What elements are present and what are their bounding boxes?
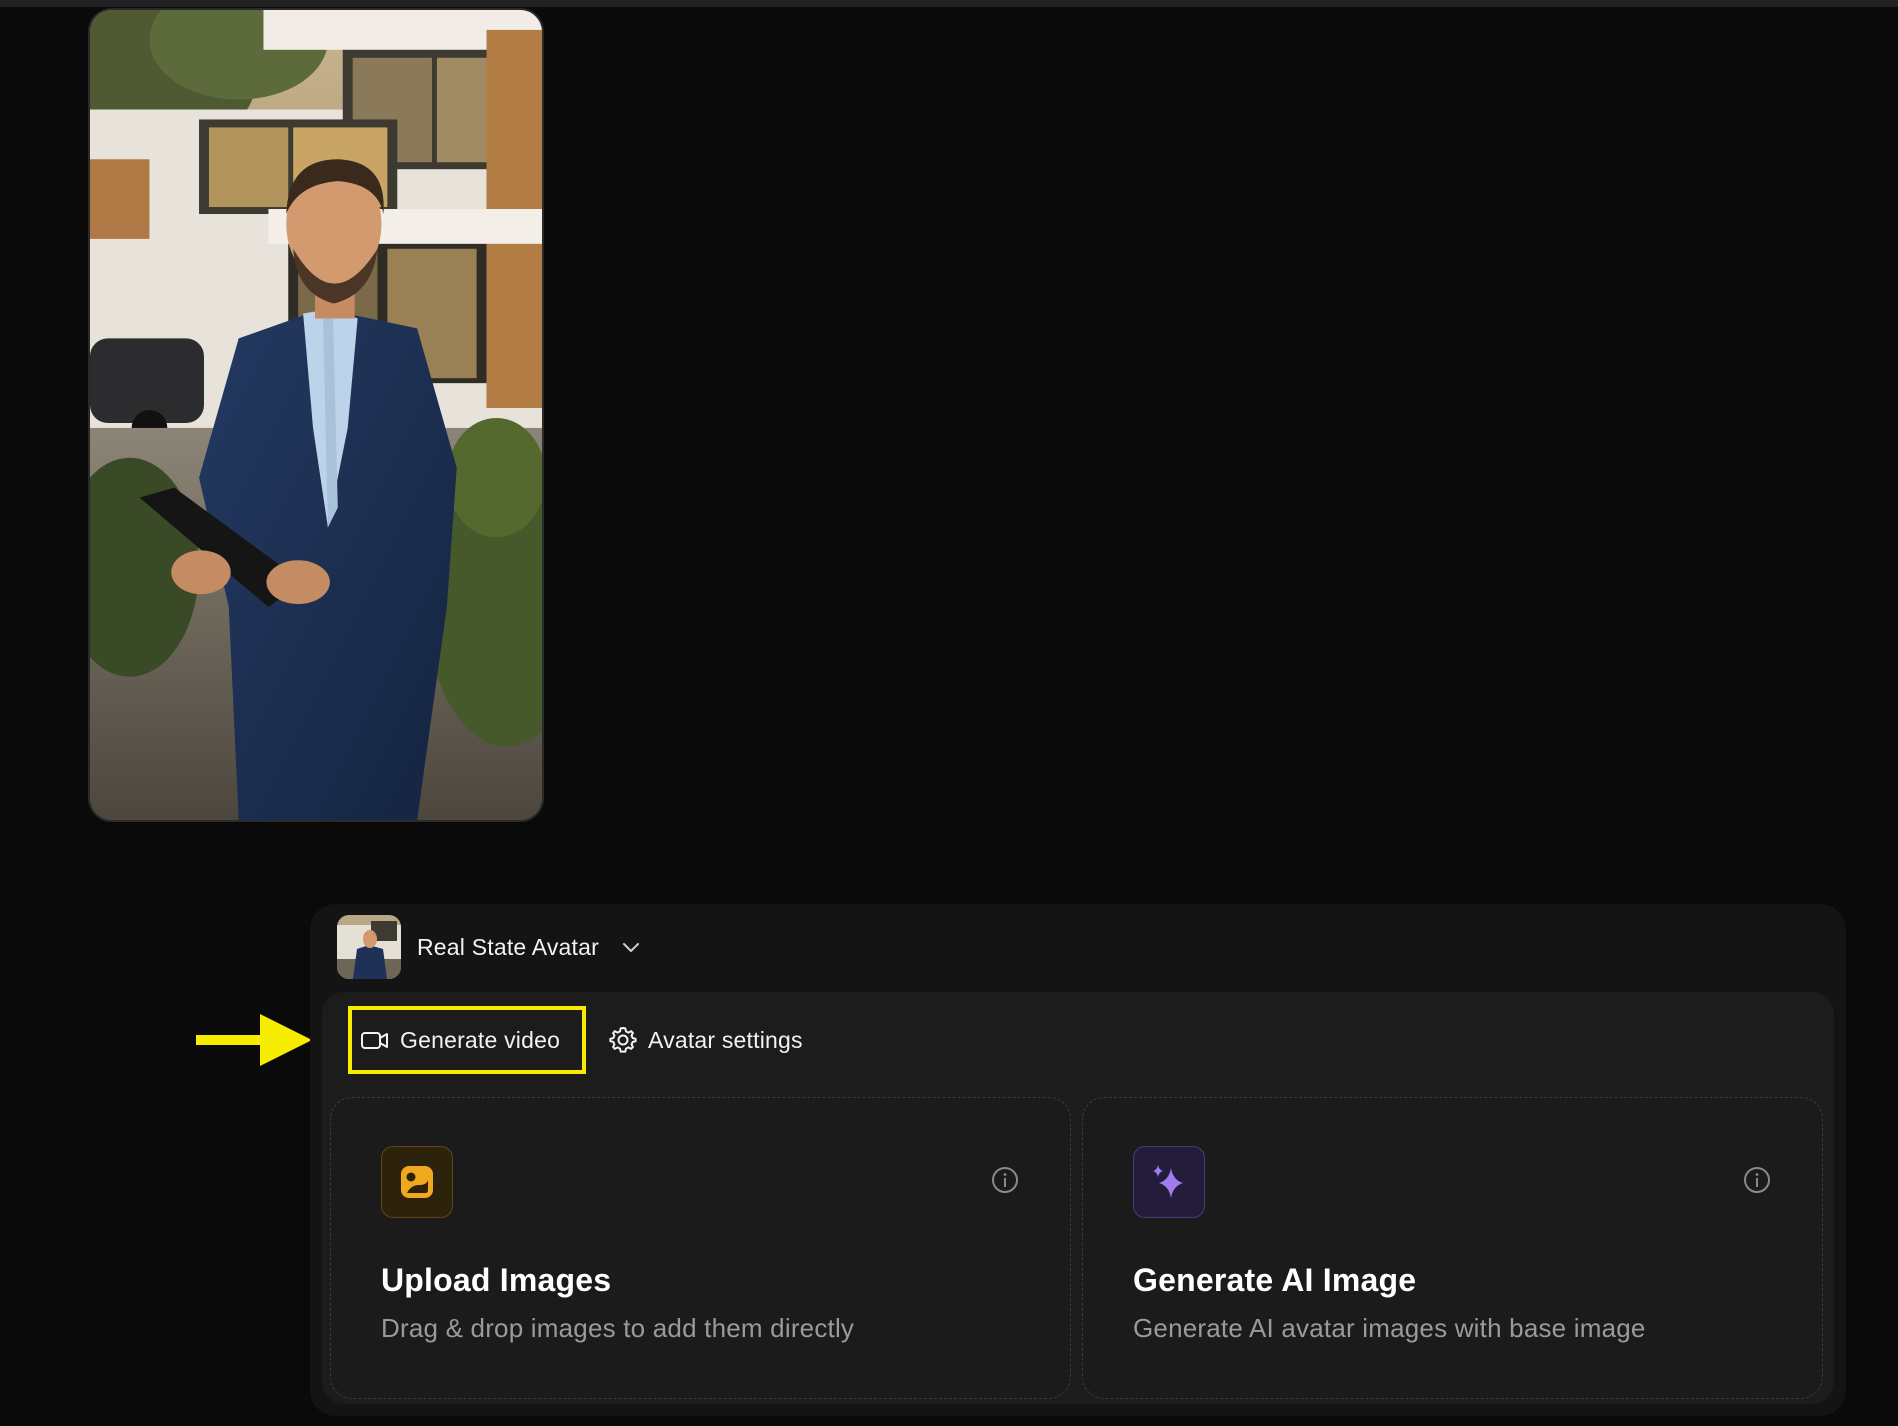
upload-images-card[interactable]: Upload Images Drag & drop images to add … bbox=[330, 1097, 1071, 1399]
gear-icon bbox=[609, 1027, 637, 1053]
avatar-settings-button[interactable]: Avatar settings bbox=[596, 1006, 815, 1074]
info-icon[interactable] bbox=[990, 1165, 1020, 1195]
image-upload-icon bbox=[381, 1146, 453, 1218]
avatar-photo-image bbox=[90, 10, 542, 820]
upload-images-description: Drag & drop images to add them directly bbox=[381, 1313, 855, 1343]
info-icon[interactable] bbox=[1742, 1165, 1772, 1195]
chevron-down-icon[interactable] bbox=[621, 937, 641, 957]
action-tabs: Generate video Avatar settings bbox=[348, 1006, 815, 1074]
avatar-settings-label: Avatar settings bbox=[648, 1026, 803, 1053]
generate-video-label: Generate video bbox=[400, 1026, 561, 1053]
generate-ai-image-description: Generate AI avatar images with base imag… bbox=[1133, 1313, 1646, 1343]
avatar-actions-area: Generate video Avatar settings Upload Im… bbox=[322, 992, 1834, 1404]
generate-ai-image-title: Generate AI Image bbox=[1133, 1262, 1417, 1298]
sparkle-icon bbox=[1133, 1146, 1205, 1218]
avatar-photo-preview[interactable] bbox=[88, 8, 544, 822]
video-camera-icon bbox=[361, 1032, 388, 1049]
generate-video-button[interactable]: Generate video bbox=[348, 1006, 586, 1074]
avatar-selector[interactable]: Real State Avatar bbox=[337, 915, 641, 979]
arrow-right-icon bbox=[196, 1014, 312, 1066]
avatar-panel: Real State Avatar Generate video Avatar … bbox=[310, 904, 1846, 1416]
avatar-name: Real State Avatar bbox=[417, 933, 599, 960]
upload-images-title: Upload Images bbox=[381, 1262, 612, 1298]
top-divider bbox=[0, 0, 1898, 7]
avatar-thumbnail bbox=[337, 915, 401, 979]
generate-ai-image-card[interactable]: Generate AI Image Generate AI avatar ima… bbox=[1082, 1097, 1823, 1399]
